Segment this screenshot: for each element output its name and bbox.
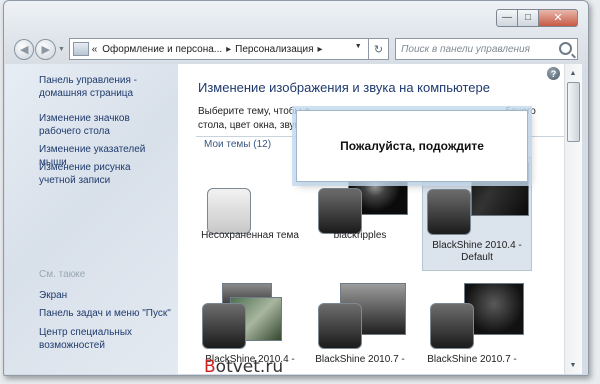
address-bar[interactable]: « Оформление и персона... ▸ Персонализац…: [68, 38, 369, 60]
scroll-down-icon[interactable]: ▼: [566, 358, 580, 372]
theme-name: BlackShine 2010.7 -: [315, 354, 405, 365]
watermark-text: otvet.ru: [215, 357, 284, 377]
theme-name: Несохраненная тема: [201, 230, 299, 241]
taskbar-start-menu-link[interactable]: Панель задач и меню "Пуск": [39, 307, 174, 320]
breadcrumb-separator-icon[interactable]: ▸: [318, 44, 323, 55]
forward-button[interactable]: ▶: [35, 38, 56, 60]
navigation-bar: ◀ ▶ ▼ « Оформление и персона... ▸ Персон…: [14, 38, 578, 60]
theme-tile[interactable]: Несохраненная тема: [200, 177, 300, 287]
account-picture-link[interactable]: Изменение рисунка учетной записи: [39, 161, 149, 187]
please-wait-message: Пожалуйста, подождите: [340, 139, 484, 153]
minimize-button[interactable]: —: [496, 9, 518, 27]
theme-preview: [427, 189, 471, 235]
theme-name: BlackShine 2010.7 -: [427, 354, 517, 365]
back-button[interactable]: ◀: [14, 38, 35, 60]
theme-name: blackripples: [333, 230, 387, 241]
theme-tile[interactable]: BlackShine 2010.7 -: [422, 283, 524, 374]
tasks-pane: Панель управления - домашняя страница Из…: [5, 64, 178, 374]
breadcrumb-separator-icon[interactable]: ▸: [226, 44, 231, 55]
theme-name: BlackShine 2010.4 - Default: [432, 240, 522, 263]
theme-preview: [318, 188, 362, 234]
breadcrumb-appearance[interactable]: Оформление и персона...: [102, 44, 222, 55]
breadcrumb-overflow[interactable]: «: [92, 44, 98, 55]
theme-preview: [430, 303, 474, 349]
control-panel-window: — □ ✕ ◀ ▶ ▼ « Оформление и персона... ▸ …: [3, 0, 589, 376]
watermark-prefix: B: [204, 357, 216, 377]
maximize-button[interactable]: □: [518, 9, 539, 27]
description-fragment: стола, цвет окна, звуки: [198, 120, 305, 131]
caption-buttons: — □ ✕: [496, 9, 578, 27]
please-wait-dialog: Пожалуйста, подождите: [296, 110, 528, 182]
description-fragment: Выберите тему, чтобы с: [198, 106, 310, 117]
my-themes-header[interactable]: Мои темы (12): [204, 139, 271, 150]
scroll-up-icon[interactable]: ▲: [566, 66, 580, 80]
breadcrumb-personalization[interactable]: Персонализация: [235, 44, 313, 55]
theme-tile[interactable]: BlackShine 2010.7 -: [310, 283, 410, 374]
desktop-icons-link[interactable]: Изменение значков рабочего стола: [39, 112, 174, 138]
site-watermark: Botvet.ru: [204, 357, 283, 377]
search-placeholder: Поиск в панели управления: [401, 43, 530, 55]
search-input[interactable]: Поиск в панели управления: [395, 38, 578, 60]
control-panel-icon: [72, 42, 89, 56]
refresh-button[interactable]: ↻: [368, 38, 390, 60]
close-button[interactable]: ✕: [539, 9, 578, 27]
help-icon[interactable]: ?: [547, 67, 560, 80]
address-dropdown-icon[interactable]: ▼: [355, 43, 362, 50]
vertical-scrollbar[interactable]: ▲ ▼: [564, 64, 582, 374]
display-link[interactable]: Экран: [39, 289, 174, 302]
scrollbar-thumb[interactable]: [567, 82, 580, 142]
theme-preview: [318, 303, 362, 349]
page-title: Изменение изображения и звука на компьют…: [198, 80, 490, 95]
theme-preview: [202, 303, 246, 349]
ease-of-access-link[interactable]: Центр специальных возможностей: [39, 326, 139, 352]
control-panel-home-link[interactable]: Панель управления - домашняя страница: [39, 74, 169, 100]
search-icon[interactable]: [558, 42, 572, 55]
theme-preview: [207, 188, 251, 234]
recent-pages-chevron-icon[interactable]: ▼: [58, 46, 66, 53]
see-also-heading: См. также: [39, 269, 86, 280]
